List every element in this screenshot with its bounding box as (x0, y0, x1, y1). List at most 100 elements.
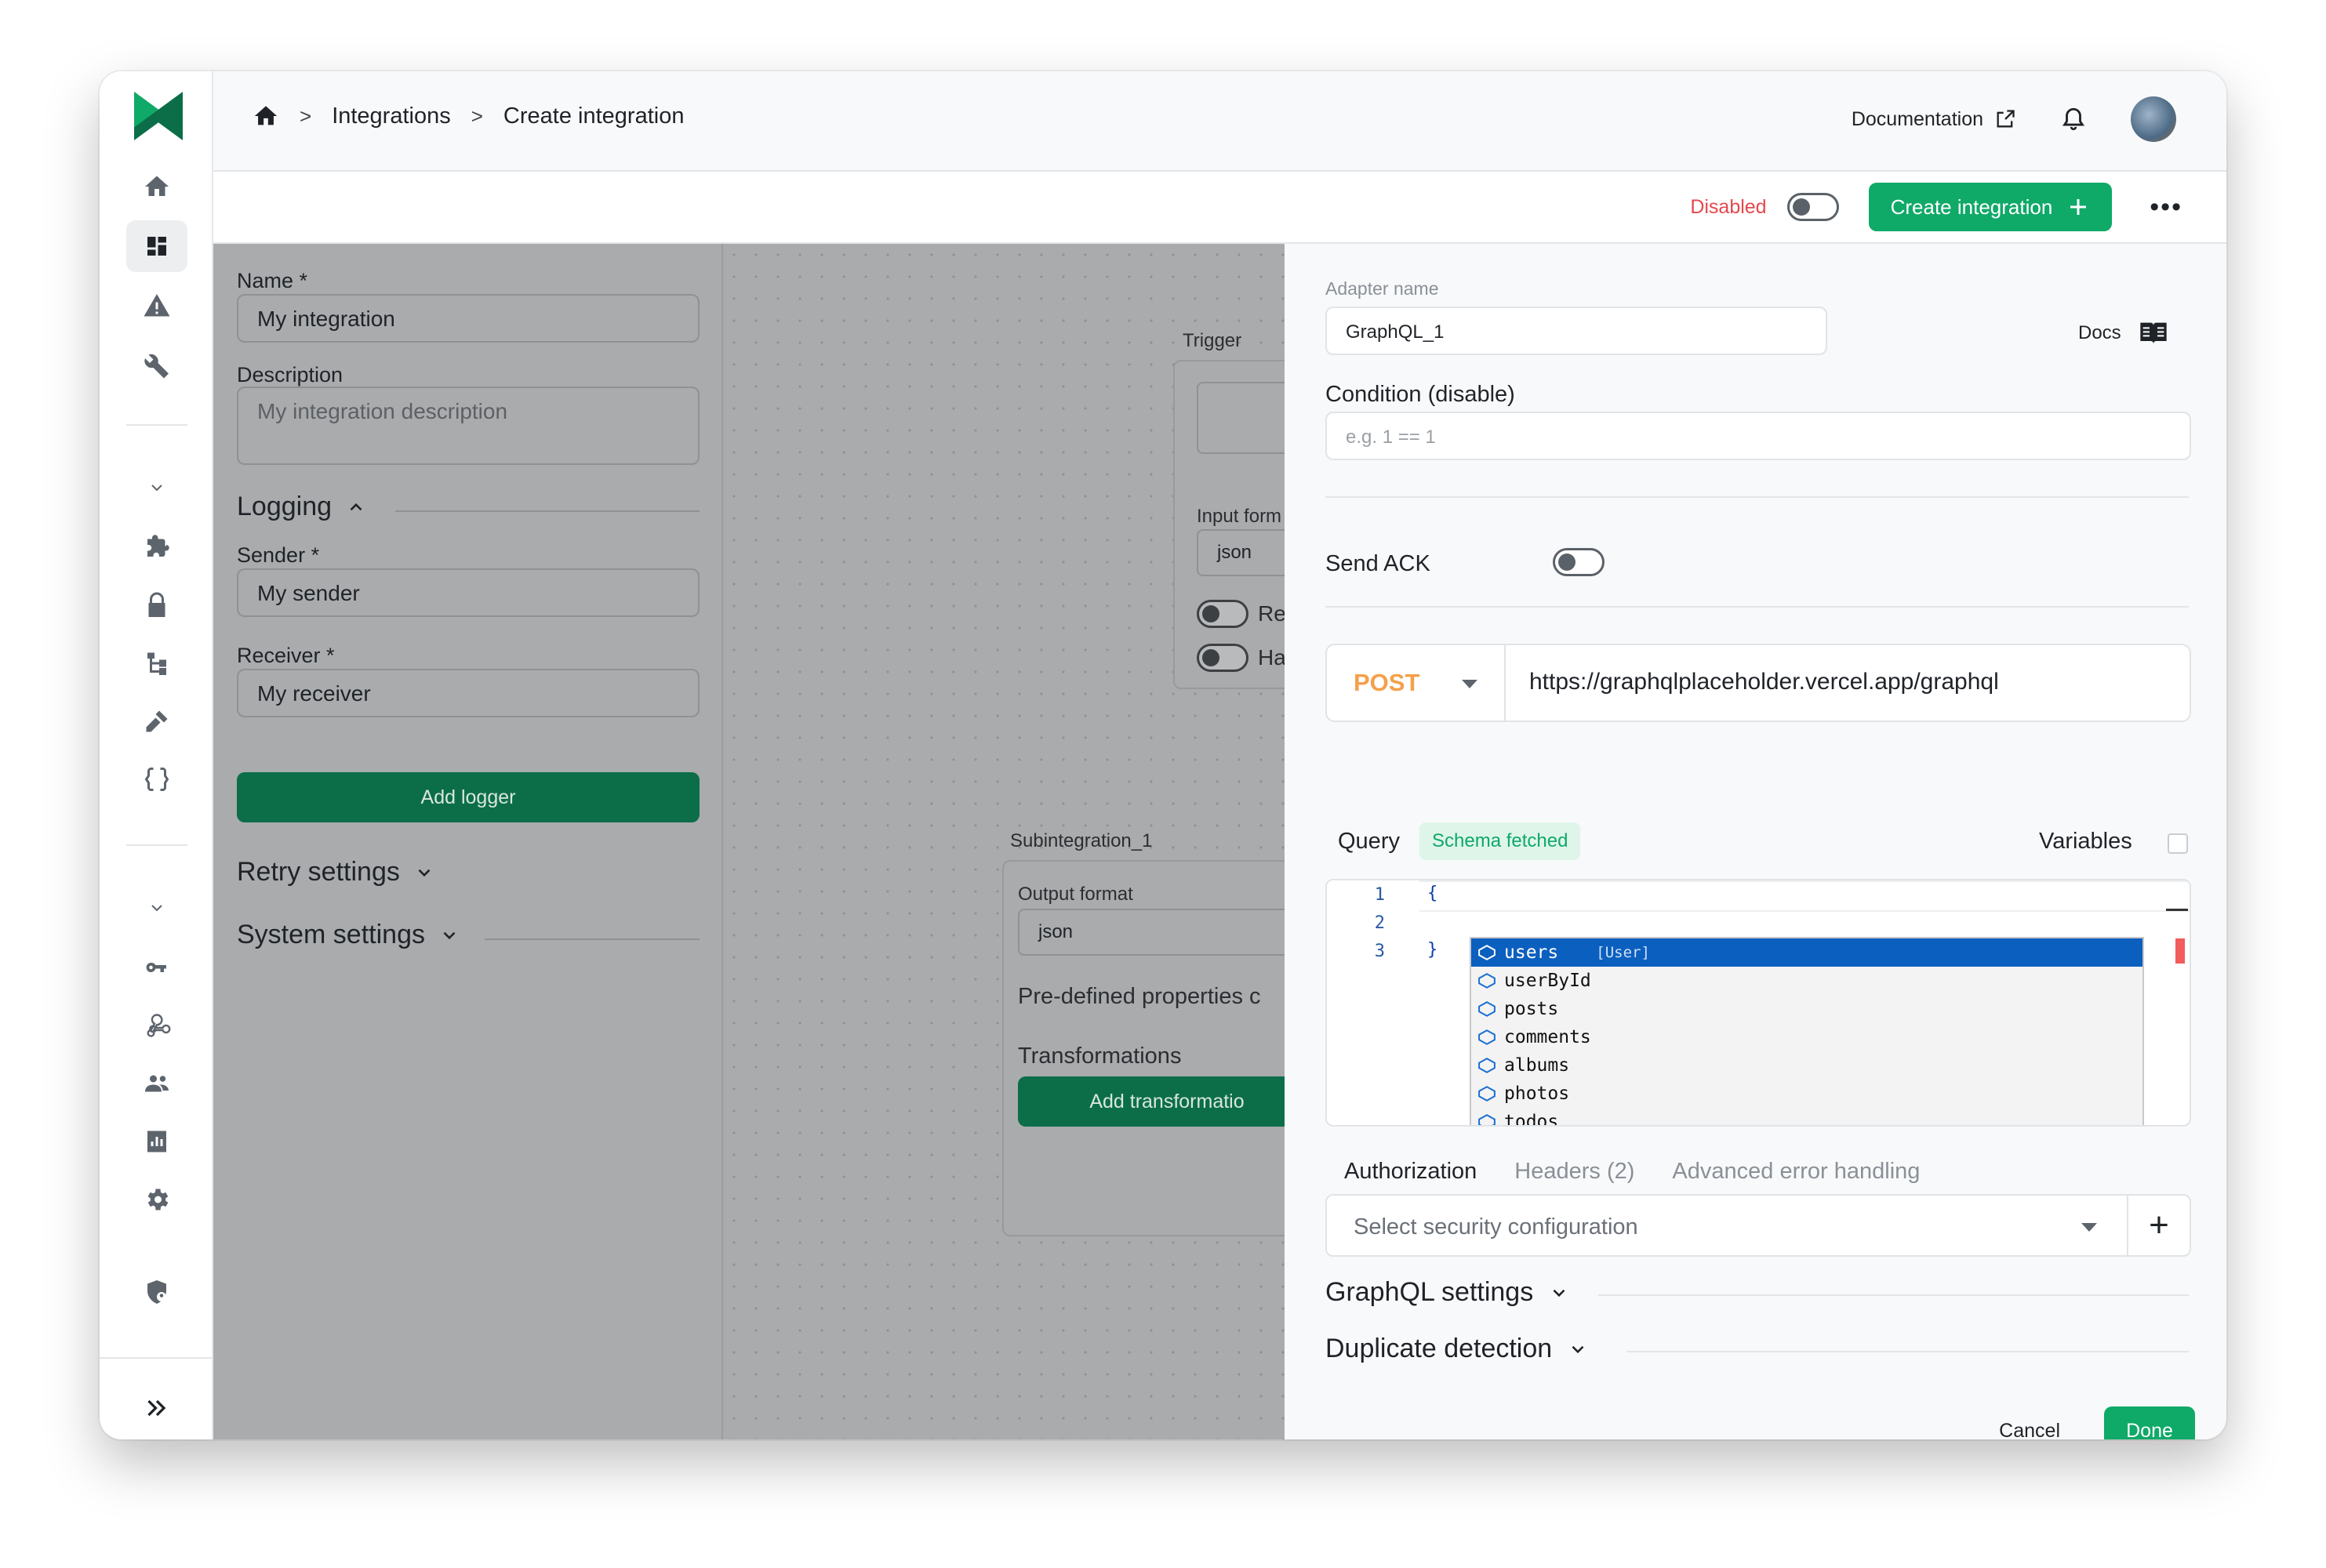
sidebar-item-plugins[interactable] (126, 521, 187, 573)
suggestion-item[interactable]: photos (1471, 1080, 2142, 1108)
name-label: Name * (237, 269, 308, 292)
sidebar-collapse-group-1[interactable] (126, 462, 187, 514)
breadcrumb-separator: > (300, 103, 312, 128)
output-format-label: Output format (1018, 884, 1133, 905)
app-logo[interactable] (134, 92, 183, 140)
line-number: 1 (1374, 885, 1385, 905)
sidebar-item-security[interactable] (126, 579, 187, 631)
http-method-select[interactable]: POST (1327, 645, 1506, 720)
output-format-select[interactable]: json (1018, 909, 1316, 956)
adapter-name-input[interactable]: GraphQL_1 (1325, 307, 1827, 355)
sidebar-item-tools[interactable] (126, 339, 187, 391)
tab-headers[interactable]: Headers (2) (1514, 1159, 1634, 1185)
cancel-button[interactable]: Cancel (1999, 1420, 2060, 1439)
create-integration-button[interactable]: Create integration (1868, 183, 2113, 231)
add-logger-button[interactable]: Add logger (237, 772, 700, 822)
system-settings-header[interactable]: System settings (237, 920, 460, 950)
sidebar-item-settings-tools[interactable] (126, 695, 187, 747)
suggestion-label: albums (1504, 1055, 1570, 1076)
double-chevron-right-icon (147, 1399, 166, 1417)
docs-link[interactable]: Docs (2078, 318, 2172, 349)
book-icon (2140, 322, 2167, 344)
graphql-settings-header[interactable]: GraphQL settings (1325, 1277, 1569, 1308)
sidebar-item-keys[interactable] (126, 942, 187, 993)
suggestion-item[interactable]: userById (1471, 967, 2142, 995)
breadcrumb-integrations[interactable]: Integrations (332, 103, 451, 129)
sidebar-collapse-group-2[interactable] (126, 882, 187, 934)
url-input[interactable]: https://graphqlplaceholder.vercel.app/gr… (1529, 669, 1999, 695)
receiver-input[interactable]: My receiver (237, 669, 700, 717)
documentation-link[interactable]: Documentation (1852, 108, 2016, 131)
sender-input[interactable]: My sender (237, 568, 700, 617)
sidebar-item-admin[interactable] (126, 1266, 187, 1318)
webhook-icon (147, 1014, 171, 1037)
suggestion-item[interactable]: users [User] (1471, 938, 2142, 967)
add-transformation-button[interactable]: Add transformatio (1018, 1076, 1316, 1127)
retry-settings-header[interactable]: Retry settings (237, 857, 434, 887)
tab-error-handling[interactable]: Advanced error handling (1672, 1159, 1920, 1185)
enable-toggle[interactable] (1786, 193, 1839, 221)
documentation-label: Documentation (1851, 107, 1983, 130)
trigger-label: Trigger (1183, 330, 1242, 351)
suggestion-label: users (1504, 942, 1559, 963)
condition-label: Condition (disable) (1325, 382, 1515, 407)
section-divider (1626, 1351, 2189, 1352)
logging-label: Logging (237, 492, 333, 521)
add-security-config-button[interactable]: + (2127, 1196, 2190, 1255)
docs-label: Docs (2078, 322, 2121, 343)
sidebar-item-home[interactable] (126, 161, 187, 212)
plus-icon (2070, 199, 2087, 215)
section-divider (1598, 1294, 2189, 1296)
sidebar-item-dashboard[interactable] (126, 220, 187, 272)
send-ack-toggle[interactable] (1553, 548, 1605, 576)
suggestion-item[interactable]: todos (1471, 1108, 2142, 1125)
chevron-down-icon (1572, 1345, 1584, 1353)
suggestion-item[interactable]: albums (1471, 1051, 2142, 1080)
http-method-value: POST (1354, 669, 1420, 696)
suggestion-label: userById (1504, 971, 1591, 991)
app-window: > Integrations > Create integration Docu… (100, 71, 2226, 1439)
description-textarea[interactable]: My integration description (237, 387, 700, 465)
more-options-button[interactable]: ••• (2150, 192, 2182, 223)
sidebar-expand-button[interactable] (126, 1382, 187, 1434)
breadcrumb-separator: > (471, 103, 483, 128)
duplicate-detection-header[interactable]: Duplicate detection (1325, 1334, 1588, 1364)
variables-panel-icon[interactable] (2168, 833, 2188, 854)
security-config-select[interactable]: Select security configuration + (1325, 1194, 2191, 1257)
done-button[interactable]: Done (2104, 1406, 2195, 1439)
request-url-bar: POST https://graphqlplaceholder.vercel.a… (1325, 644, 2191, 722)
dashboard-icon (147, 237, 166, 256)
suggestion-item[interactable]: posts (1471, 995, 2142, 1023)
input-format-label: Input form (1197, 506, 1282, 527)
suggestion-type: [User] (1596, 944, 1650, 961)
logging-section-header[interactable]: Logging (237, 492, 366, 522)
chevron-down-icon (151, 905, 162, 912)
home-icon[interactable] (253, 103, 279, 129)
sidebar-item-webhooks[interactable] (126, 1000, 187, 1051)
sidebar-item-code[interactable] (126, 753, 187, 805)
flow-canvas[interactable]: Trigger Input form json Re Ha Subintegra… (723, 244, 1316, 1439)
error-marker (2175, 938, 2185, 964)
canvas-toggle-1[interactable] (1197, 600, 1248, 628)
code-line: { (1427, 884, 1438, 903)
bell-icon[interactable] (2060, 106, 2087, 132)
suggestion-item[interactable]: comments (1471, 1023, 2142, 1051)
field-icon (1478, 973, 1496, 989)
condition-input[interactable]: e.g. 1 == 1 (1325, 412, 2191, 460)
sidebar-item-reports[interactable] (126, 1116, 187, 1167)
sidebar-item-flows[interactable] (126, 637, 187, 689)
name-input[interactable]: My integration (237, 294, 700, 343)
avatar[interactable] (2131, 96, 2176, 142)
graphql-settings-label: GraphQL settings (1325, 1277, 1534, 1307)
query-editor[interactable]: 1 2 3 { } users [User] userById posts co… (1325, 879, 2191, 1127)
sidebar-item-users[interactable] (126, 1058, 187, 1109)
variables-label[interactable]: Variables (2039, 829, 2132, 855)
field-icon (1478, 1058, 1496, 1073)
sidebar-divider (126, 424, 187, 426)
field-icon (1478, 1086, 1496, 1102)
sidebar-item-settings[interactable] (126, 1174, 187, 1225)
canvas-toggle-2[interactable] (1197, 644, 1248, 672)
tab-authorization[interactable]: Authorization (1344, 1159, 1477, 1185)
sidebar-item-alerts[interactable] (126, 280, 187, 332)
query-label[interactable]: Query (1338, 829, 1400, 855)
